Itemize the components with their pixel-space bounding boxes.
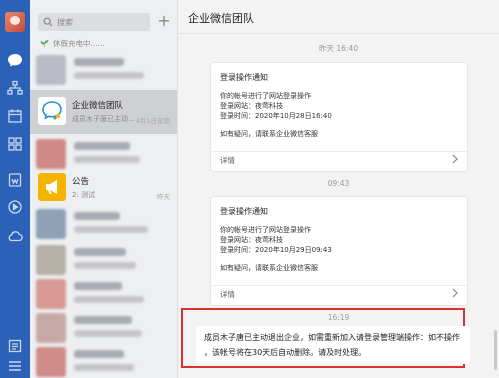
card-divider <box>211 151 467 152</box>
message-icon[interactable] <box>7 52 23 68</box>
user-avatar[interactable] <box>5 12 25 32</box>
message-text-line: ，该帐号将在30天后自动删除。请及时处理。 <box>204 348 367 357</box>
chat-panel: 企业微信团队 昨天 16:40 登录操作通知 你的帐号进行了网站登录操作 登录网… <box>178 0 499 378</box>
docs-icon[interactable] <box>7 172 23 188</box>
scrollbar-thumb[interactable] <box>494 330 497 370</box>
conversation-time: 昨天 <box>157 193 170 201</box>
card-line: 登录时间：2020年10月28日16:40 <box>220 112 332 120</box>
message-text-line: 成员木子唐已主动退出企业，如需重新加入请登录管理端操作：如不操作 <box>204 333 460 342</box>
system-message-bubble[interactable]: 成员木子唐已主动退出企业，如需重新加入请登录管理端操作：如不操作 ，该帐号将在3… <box>196 326 470 364</box>
card-line: 如有疑问，请联系企业微信客服 <box>220 264 318 272</box>
card-line: 登录网站：夜莺科技 <box>220 102 283 110</box>
card-title: 登录操作通知 <box>220 207 268 216</box>
org-chart-icon[interactable] <box>7 80 23 96</box>
list-item[interactable] <box>30 340 177 378</box>
conversation-title: 企业微信团队 <box>72 101 124 111</box>
card-line: 你的帐号进行了网站登录操作 <box>220 226 311 234</box>
chevron-right-icon[interactable] <box>451 287 459 299</box>
nav-rail <box>0 0 30 378</box>
search-input[interactable] <box>57 17 147 27</box>
announcement-avatar <box>38 173 66 201</box>
menu-icon[interactable] <box>7 358 23 374</box>
list-item[interactable] <box>30 48 177 92</box>
notes-icon[interactable] <box>7 338 23 354</box>
conversation-title: 公告 <box>72 177 90 187</box>
card-line: 你的帐号进行了网站登录操作 <box>220 92 311 100</box>
chevron-right-icon[interactable] <box>451 153 459 165</box>
card-line: 登录网站：夜莺科技 <box>220 236 283 244</box>
message-timestamp: 09:43 <box>327 179 350 188</box>
login-notice-card[interactable]: 登录操作通知 你的帐号进行了网站登录操作 登录网站：夜莺科技 登录时间：2020… <box>210 196 468 306</box>
chat-title: 企业微信团队 <box>188 12 254 25</box>
meeting-icon[interactable] <box>7 199 23 215</box>
conversation-time: 4月1日星期 <box>135 117 170 125</box>
wecom-team-avatar <box>38 97 66 125</box>
conversation-preview: 2: 测试 <box>72 191 96 199</box>
chat-header: 企业微信团队 <box>178 0 499 34</box>
megaphone-icon <box>46 180 57 194</box>
calendar-icon[interactable] <box>7 108 23 124</box>
search-box[interactable] <box>38 13 150 31</box>
conversation-wecom-team[interactable]: 企业微信团队 成员木子唐已主动... 4月1日星期 <box>30 90 177 134</box>
card-divider <box>211 285 467 286</box>
search-icon <box>43 17 53 27</box>
conversation-list: + 休假充电中...... 企业微信团队 成员木子唐已主动... 4月1日星期 <box>30 0 178 378</box>
details-link[interactable]: 详情 <box>220 289 235 300</box>
details-link[interactable]: 详情 <box>220 155 235 166</box>
message-timestamp: 昨天 16:40 <box>319 44 358 53</box>
card-line: 登录时间：2020年10月29日09:43 <box>220 246 332 254</box>
scrollbar[interactable] <box>494 40 497 378</box>
add-icon[interactable]: + <box>157 12 171 30</box>
apps-grid-icon[interactable] <box>7 136 23 152</box>
card-title: 登录操作通知 <box>220 73 268 82</box>
cloud-drive-icon[interactable] <box>7 228 23 244</box>
login-notice-card[interactable]: 登录操作通知 你的帐号进行了网站登录操作 登录网站：夜莺科技 登录时间：2020… <box>210 62 468 172</box>
leaf-icon <box>40 40 49 48</box>
card-line: 如有疑问，请联系企业微信客服 <box>220 130 318 138</box>
app-window: + 休假充电中...... 企业微信团队 成员木子唐已主动... 4月1日星期 <box>0 0 499 378</box>
